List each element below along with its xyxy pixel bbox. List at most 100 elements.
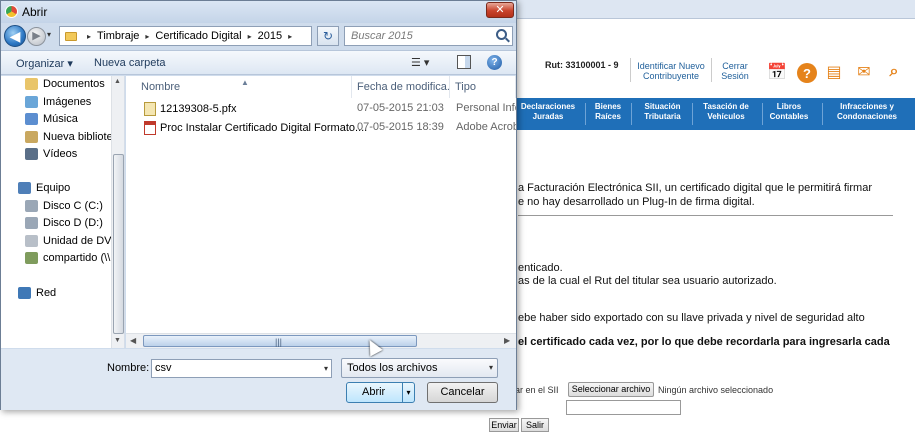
column-header-name[interactable]: Nombre ▲ bbox=[126, 76, 352, 98]
folder-icon bbox=[65, 31, 77, 41]
refresh-icon[interactable]: ↻ bbox=[317, 26, 339, 46]
chrome-app-icon bbox=[5, 5, 18, 18]
help-circle-icon[interactable]: ? bbox=[797, 63, 817, 83]
password-input[interactable] bbox=[566, 400, 681, 415]
nav-disco-c[interactable]: Disco C (C:) bbox=[25, 200, 103, 212]
scroll-down-arrow-icon[interactable]: ▼ bbox=[114, 337, 121, 344]
breadcrumb-2015[interactable]: 2015 bbox=[258, 30, 282, 42]
scrollbar-thumb[interactable] bbox=[113, 154, 124, 334]
file-list-pane: Nombre ▲ Fecha de modifica... Tipo 12139… bbox=[126, 76, 516, 348]
nav-nueva-biblioteca[interactable]: Nueva bibliotec bbox=[25, 131, 118, 143]
filename-input[interactable]: csv ▾ bbox=[151, 359, 332, 378]
organize-menu[interactable]: Organizar ▾ bbox=[16, 57, 73, 70]
breadcrumb-separator-icon[interactable]: ▸ bbox=[288, 32, 292, 41]
nav-item-situacion-tributaria[interactable]: Situación Tributaria bbox=[635, 102, 690, 122]
search-input[interactable]: Buscar 2015 bbox=[344, 26, 513, 46]
header-divider bbox=[630, 58, 631, 82]
documents-icon bbox=[25, 78, 38, 90]
open-button[interactable]: Abrir ▾ bbox=[346, 382, 415, 403]
nav-item-label: Disco D (D:) bbox=[43, 217, 103, 229]
nav-divider bbox=[822, 103, 823, 125]
file-row[interactable]: Proc Instalar Certificado Digital Format… bbox=[126, 119, 516, 137]
no-file-selected-text: Ningún archivo seleccionado bbox=[658, 385, 774, 395]
nav-item-declaraciones[interactable]: Declaraciones Juradas bbox=[518, 102, 578, 122]
scroll-left-arrow-icon[interactable]: ◀ bbox=[130, 336, 136, 345]
nav-item-infracciones[interactable]: Infracciones y Condonaciones bbox=[825, 102, 909, 122]
nav-videos[interactable]: Vídeos bbox=[25, 148, 77, 160]
nav-compartido[interactable]: compartido (\\ bbox=[25, 252, 110, 264]
file-type-select[interactable]: Todos los archivos ▾ bbox=[341, 358, 498, 378]
rut-label: Rut: 33100001 - 9 bbox=[545, 60, 619, 70]
preview-pane-icon[interactable] bbox=[457, 55, 471, 69]
help-icon[interactable]: ? bbox=[487, 55, 502, 70]
nav-item-tasacion-vehiculos[interactable]: Tasación de Vehículos bbox=[695, 102, 757, 122]
filename-value: csv bbox=[155, 362, 172, 374]
identify-link-line2: Contribuyente bbox=[642, 71, 700, 81]
computer-icon bbox=[18, 182, 31, 194]
nav-label: Declaraciones bbox=[520, 102, 576, 111]
column-header-type[interactable]: Tipo bbox=[450, 76, 516, 98]
mail-phone-icon[interactable]: ✉ bbox=[852, 61, 876, 83]
section-divider bbox=[518, 215, 893, 216]
filename-label: Nombre: bbox=[107, 362, 150, 374]
chevron-down-icon[interactable]: ▾ bbox=[324, 360, 328, 377]
intro-text-2: e no hay desarrollado un Plug-In de firm… bbox=[518, 196, 755, 208]
nav-item-bienes-raices[interactable]: Bienes Raíces bbox=[588, 102, 628, 122]
file-type: Personal Info bbox=[456, 102, 516, 114]
open-options-chevron-icon[interactable]: ▾ bbox=[402, 383, 414, 402]
nav-item-label: Equipo bbox=[36, 182, 71, 194]
views-menu-icon[interactable]: ☰ ▾ bbox=[411, 56, 429, 69]
recent-locations-chevron-icon[interactable]: ▾ bbox=[47, 30, 51, 39]
new-folder-button[interactable]: Nueva carpeta bbox=[94, 57, 166, 69]
column-label: Nombre bbox=[141, 81, 181, 93]
nav-unidad-dvd[interactable]: Unidad de DVD bbox=[25, 235, 119, 247]
exit-button[interactable]: Salir bbox=[521, 418, 549, 432]
scroll-right-arrow-icon[interactable]: ▶ bbox=[504, 336, 510, 345]
select-file-button[interactable]: Seleccionar archivo bbox=[568, 382, 654, 397]
nav-equipo[interactable]: Equipo bbox=[18, 182, 70, 194]
file-type-value: Todos los archivos bbox=[347, 362, 438, 374]
nav-divider bbox=[692, 103, 693, 125]
identify-taxpayer-link[interactable]: Identificar Nuevo Contribuyente bbox=[637, 61, 705, 81]
nav-item-label: Nueva bibliotec bbox=[43, 131, 119, 143]
nav-divider bbox=[585, 103, 586, 125]
column-header-date[interactable]: Fecha de modifica... bbox=[352, 76, 450, 98]
calendar-icon[interactable]: 📅 bbox=[766, 61, 788, 83]
file-row[interactable]: 12139308-5.pfx 07-05-2015 21:03 Personal… bbox=[126, 100, 516, 118]
search-icon[interactable]: ⌕ bbox=[883, 61, 905, 83]
horizontal-scrollbar[interactable]: ◀ ||| ▶ bbox=[126, 333, 516, 348]
nav-disco-d[interactable]: Disco D (D:) bbox=[25, 217, 103, 229]
nav-documentos[interactable]: Documentos bbox=[25, 78, 105, 90]
file-type: Adobe Acrob bbox=[456, 121, 516, 133]
nav-imagenes[interactable]: Imágenes bbox=[25, 96, 91, 108]
page-header-area bbox=[515, 19, 915, 45]
nav-red[interactable]: Red bbox=[18, 287, 56, 299]
nav-label: Libros bbox=[776, 102, 802, 111]
nav-item-label: Vídeos bbox=[43, 148, 78, 160]
nav-musica[interactable]: Música bbox=[25, 113, 78, 125]
scroll-up-arrow-icon[interactable]: ▲ bbox=[114, 78, 121, 85]
nav-item-libros-contables[interactable]: Libros Contables bbox=[766, 102, 812, 122]
breadcrumb-separator-icon[interactable]: ▸ bbox=[87, 32, 91, 41]
send-button[interactable]: Enviar bbox=[489, 418, 519, 432]
close-button[interactable]: ✕ bbox=[486, 2, 514, 18]
magnifier-icon[interactable] bbox=[496, 29, 507, 40]
pdf-file-icon bbox=[144, 121, 156, 135]
nav-pane-scrollbar[interactable]: ▲ ▼ bbox=[111, 76, 124, 348]
chevron-down-icon[interactable]: ▾ bbox=[489, 359, 493, 377]
breadcrumb-separator-icon[interactable]: ▸ bbox=[145, 32, 149, 41]
dialog-title: Abrir bbox=[22, 5, 48, 19]
cancel-button[interactable]: Cancelar bbox=[427, 382, 498, 403]
breadcrumb-separator-icon[interactable]: ▸ bbox=[248, 32, 252, 41]
breadcrumb[interactable]: ▸ Timbraje ▸ Certificado Digital ▸ 2015 … bbox=[59, 26, 312, 46]
videos-icon bbox=[25, 148, 38, 160]
breadcrumb-certificado-digital[interactable]: Certificado Digital bbox=[155, 30, 241, 42]
network-icon bbox=[18, 287, 31, 299]
logout-link[interactable]: Cerrar Sesión bbox=[718, 61, 752, 81]
documents-icon[interactable]: ▤ bbox=[824, 61, 844, 83]
back-arrow-icon[interactable]: ◀ bbox=[4, 25, 26, 47]
nav-label: Bienes bbox=[594, 102, 622, 111]
breadcrumb-timbraje[interactable]: Timbraje bbox=[97, 30, 139, 42]
forward-arrow-icon[interactable]: ▶ bbox=[27, 27, 46, 46]
dialog-titlebar[interactable]: Abrir ✕ bbox=[1, 1, 516, 23]
